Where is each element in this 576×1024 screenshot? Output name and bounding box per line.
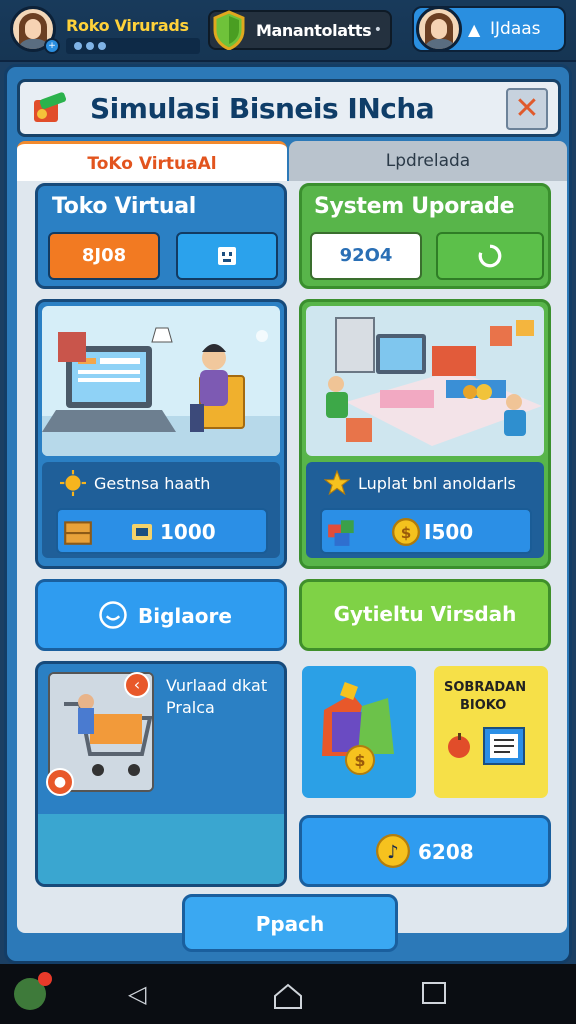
store-icon	[218, 247, 236, 265]
player-name: Roko Virurads	[66, 16, 189, 35]
main-panel: Simulasi Bisneis INcha ✕ ToKo VirtuaAl L…	[4, 64, 572, 964]
tools-icon	[34, 92, 67, 122]
apple-icon	[448, 733, 470, 758]
plus-icon: +	[44, 38, 60, 54]
promo-card: ‹ ● Vurlaad dkat Pralca	[35, 661, 287, 887]
top-bar: + Roko Virurads Manantolatts • ▲ IJdaas	[0, 0, 576, 62]
sun-icon	[60, 470, 86, 496]
upgrade-info-row: Luplat bnl anoldarls $ I500	[306, 462, 544, 558]
yellow-card-line1: SOBRADAN	[444, 680, 527, 695]
player-profile[interactable]: + Roko Virurads	[10, 6, 200, 56]
promo-footer	[38, 814, 284, 884]
toko-info-row: Gestnsa haath 1000	[42, 462, 280, 558]
toko-virtual-heading: Toko Virtual	[52, 194, 197, 219]
back-icon[interactable]: ◁	[128, 980, 146, 1008]
star-icon	[324, 470, 350, 496]
yellow-info-card[interactable]: SOBRADAN BIOKO	[431, 663, 551, 801]
smile-icon	[99, 601, 127, 629]
bottom-main-button[interactable]: Ppach	[182, 894, 398, 952]
user-avatar	[416, 6, 462, 52]
recents-icon[interactable]	[422, 982, 446, 1004]
level-dots	[66, 38, 200, 54]
status-pill[interactable]: Manantolatts •	[208, 10, 392, 50]
shop-icon-card[interactable]: $	[299, 663, 419, 801]
coin-icon: $	[392, 518, 420, 546]
svg-text:♪: ♪	[387, 842, 399, 863]
toko-price-value: 1000	[160, 520, 216, 544]
upgrade-price-pill[interactable]: $ I500	[320, 508, 532, 554]
upgrade-detail-card: Luplat bnl anoldarls $ I500	[299, 299, 551, 569]
toko-value-pill: 8J08	[48, 232, 160, 280]
page-title: Simulasi Bisneis INcha	[90, 92, 435, 125]
system-upgrade-heading: System Uporade	[314, 194, 515, 219]
upgrade-info-text: Luplat bnl anoldarls	[358, 474, 516, 493]
status-label: Manantolatts	[256, 21, 372, 40]
toko-virtual-card: Toko Virtual 8J08	[35, 183, 287, 289]
blocks-icon	[328, 520, 354, 546]
game-app-icon[interactable]	[14, 972, 52, 1010]
user-button[interactable]: ▲ IJdaas	[412, 6, 566, 52]
right-action-button[interactable]: Gytieltu Virsdah	[299, 579, 551, 651]
office-illustration	[326, 317, 542, 446]
lock-icon: ▲	[468, 20, 481, 39]
computer-illustration	[42, 327, 280, 456]
tab-toko-virtual[interactable]: ToKo VirtuaAl	[17, 141, 287, 181]
close-button[interactable]: ✕	[506, 88, 548, 130]
tab-update[interactable]: Lpdrelada	[289, 141, 567, 181]
location-badge[interactable]: ●	[46, 768, 74, 796]
promo-text-line2: Pralca	[166, 698, 215, 717]
toko-info-text: Gestnsa haath	[94, 474, 211, 493]
user-label: IJdaas	[490, 19, 541, 39]
svg-text:$: $	[401, 524, 412, 542]
toko-detail-card: Gestnsa haath 1000	[35, 299, 287, 569]
upgrade-value-pill: 92O4	[310, 232, 422, 280]
coin-value-button[interactable]: ♪ 6208	[299, 815, 551, 887]
toko-price-pill[interactable]: 1000	[56, 508, 268, 554]
store-button[interactable]	[176, 232, 278, 280]
refresh-button[interactable]	[436, 232, 544, 280]
shield-icon	[213, 10, 245, 50]
status-menu-dot[interactable]: •	[374, 22, 382, 38]
system-upgrade-card: System Uporade 92O4	[299, 183, 551, 289]
document-icon	[483, 727, 525, 765]
title-bar: Simulasi Bisneis INcha ✕	[17, 79, 561, 137]
crate-icon	[64, 521, 92, 545]
office-scene	[306, 306, 544, 456]
svg-text:$: $	[354, 751, 365, 770]
coin-value-label: 6208	[418, 840, 474, 864]
promo-text-line1: Vurlaad dkat	[166, 676, 268, 695]
back-arrow-badge[interactable]: ‹	[124, 672, 150, 698]
price-tag-icon	[132, 524, 152, 540]
yellow-card-line2: BIOKO	[460, 698, 507, 713]
left-action-label: Biglaore	[138, 604, 232, 628]
upgrade-price-value: I500	[424, 520, 474, 544]
computer-scene	[42, 306, 280, 456]
shop-building-icon: $	[322, 682, 394, 775]
music-coin-icon: ♪	[376, 834, 410, 868]
home-icon[interactable]	[272, 982, 304, 1010]
system-navbar: ◁	[0, 964, 576, 1024]
refresh-icon	[478, 244, 502, 268]
left-action-button[interactable]: Biglaore	[35, 579, 287, 651]
